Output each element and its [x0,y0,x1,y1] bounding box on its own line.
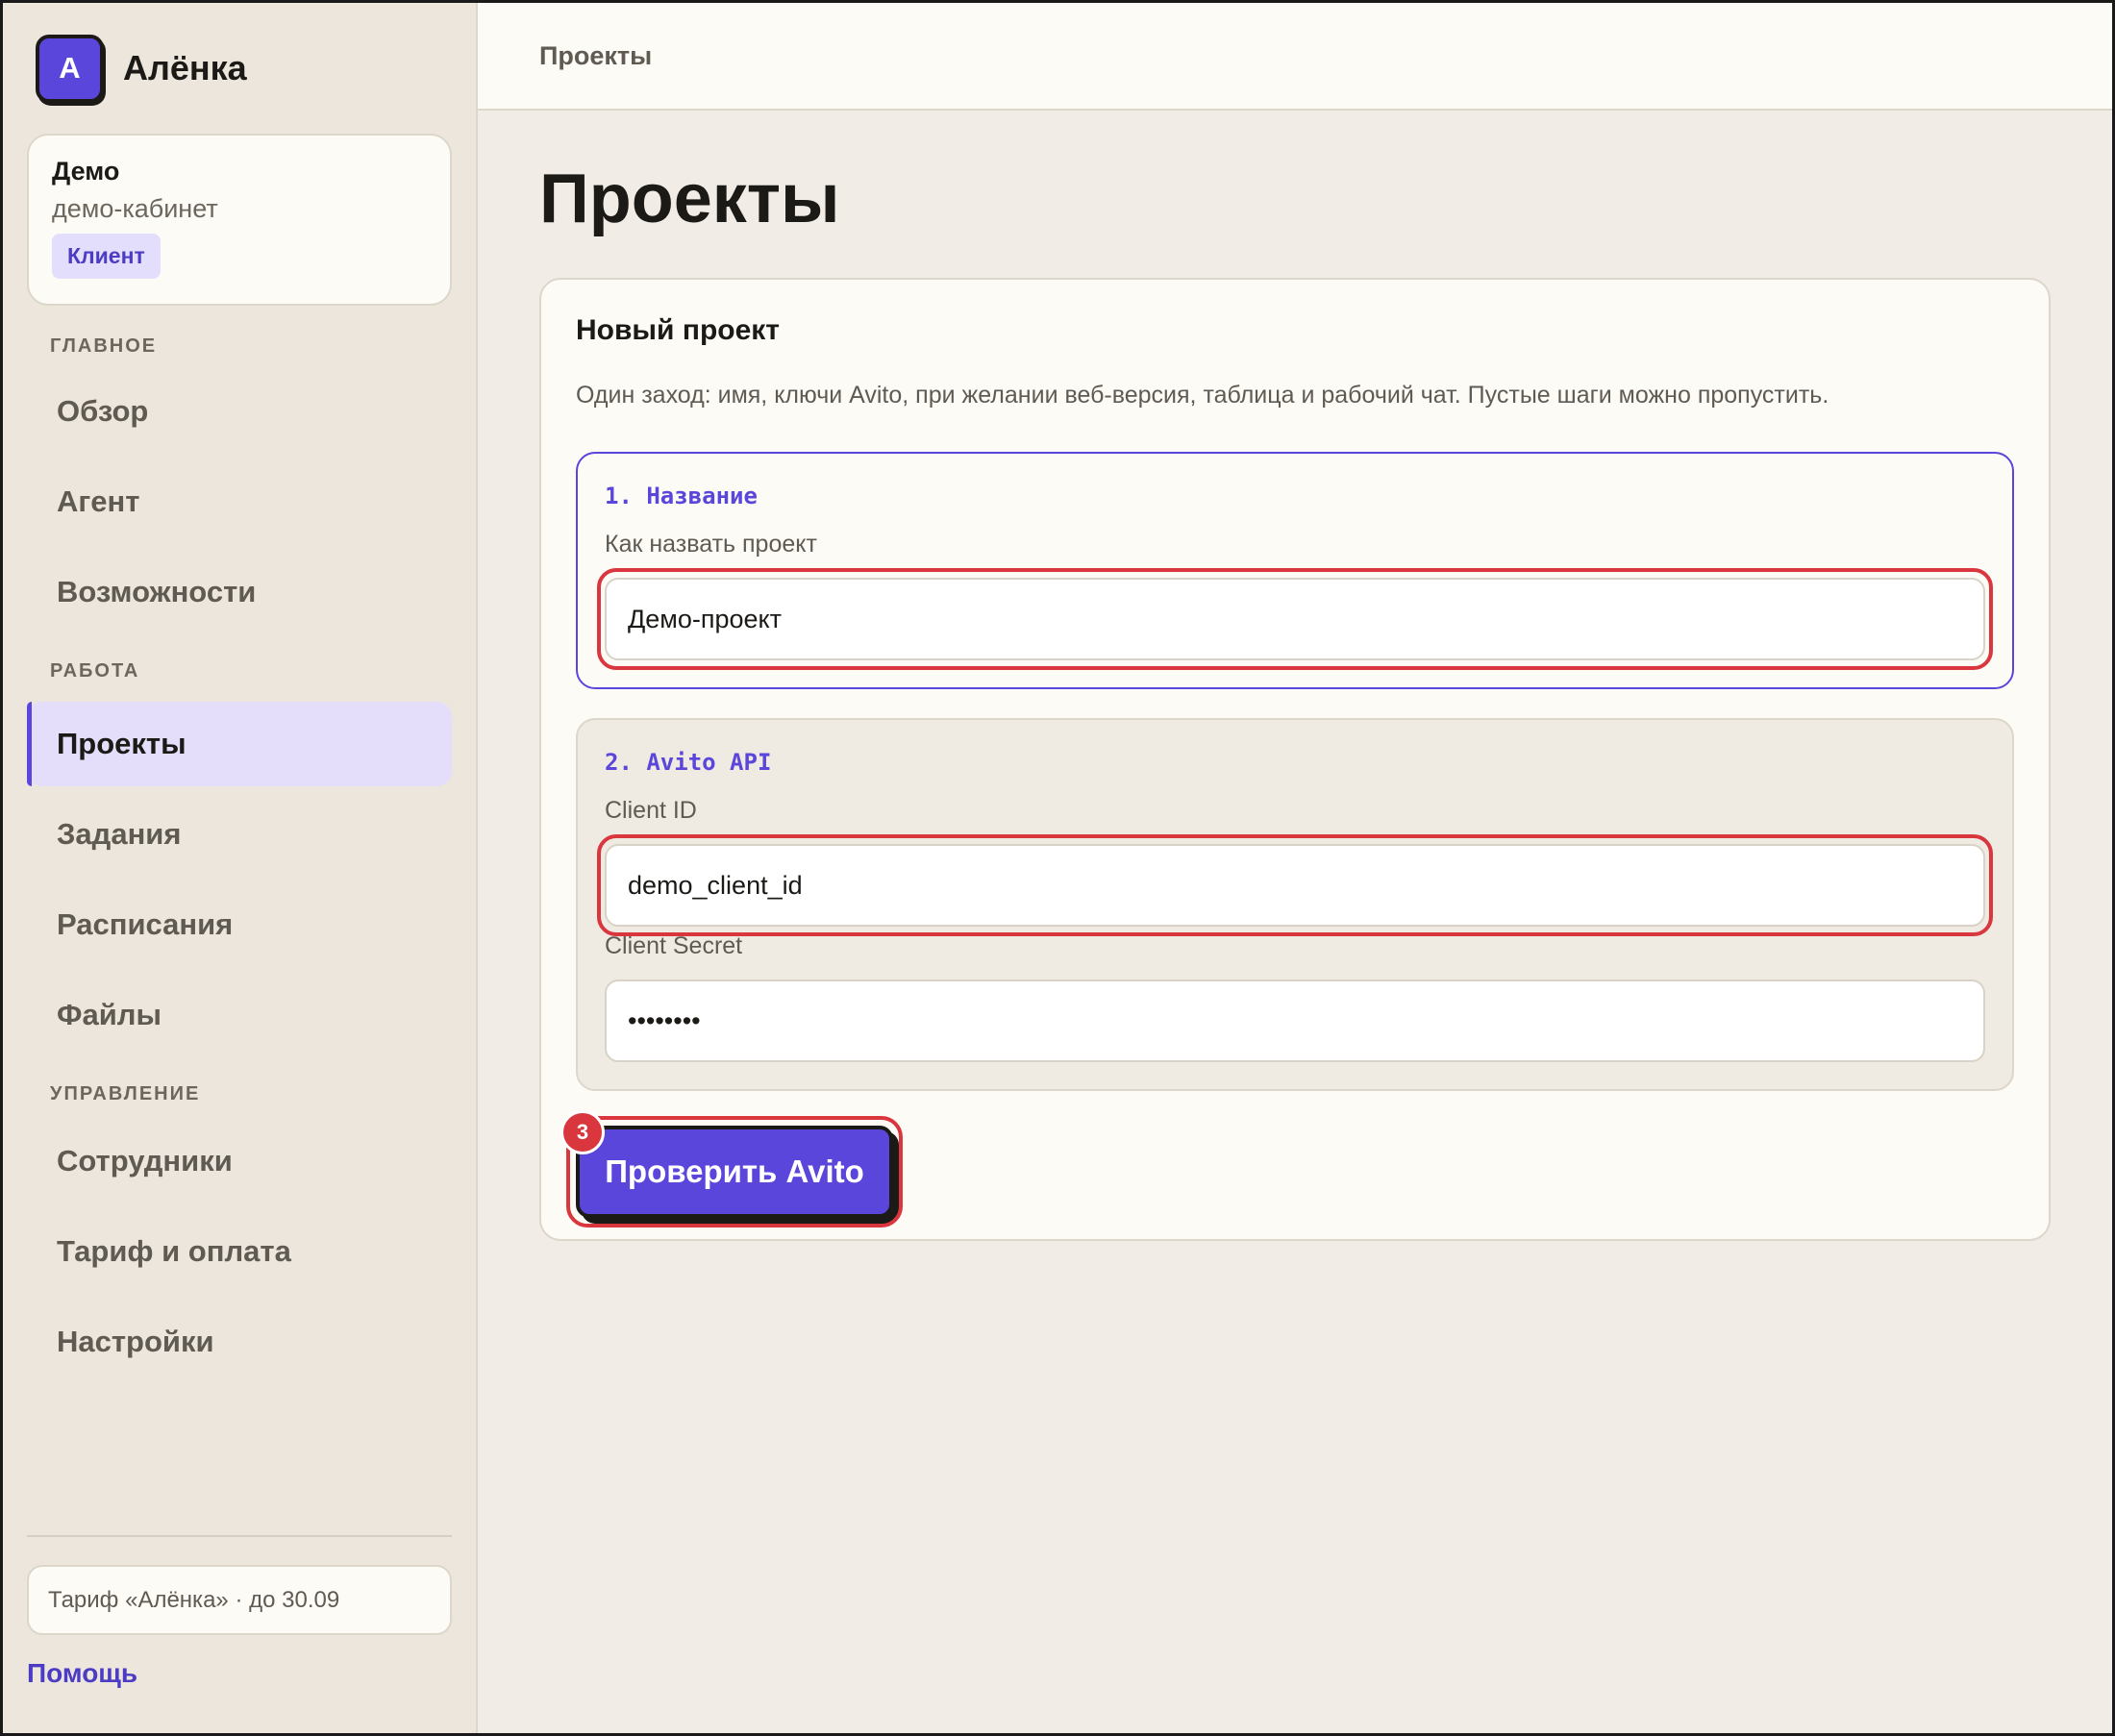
help-link[interactable]: Помощь [27,1658,452,1689]
nav-item-overview[interactable]: Обзор [27,369,452,454]
plan-info[interactable]: Тариф «Алёнка» · до 30.09 [27,1565,452,1635]
nav-item-projects[interactable]: Проекты [27,702,452,786]
nav-item-billing[interactable]: Тариф и оплата [27,1209,452,1294]
nav-section-main: ГЛАВНОЕ [50,335,158,357]
brand-name: Алёнка [123,48,247,87]
nav-item-staff[interactable]: Сотрудники [27,1119,452,1203]
step-number-badge: 3 [560,1110,605,1154]
client-secret-input[interactable] [605,980,1985,1062]
nav-section-management: УПРАВЛЕНИЕ [50,1083,201,1104]
nav-item-agent[interactable]: Агент [27,459,452,544]
page-title: Проекты [539,161,840,237]
sidebar: А Алёнка Демо демо-кабинет Клиент ГЛАВНО… [3,3,478,1733]
card-title: Новый проект [576,314,780,346]
topbar: Проекты [478,3,2112,111]
step-name: 1. Название Как назвать проект [576,452,2014,689]
step-avito-title: 2. Avito API [605,749,772,776]
project-name-highlight [597,568,1993,670]
card-description: Один заход: имя, ключи Avito, при желани… [576,382,1829,409]
client-id-input[interactable] [605,844,1985,927]
project-name-label: Как назвать проект [605,531,817,558]
project-name-input[interactable] [605,578,1985,660]
main-area: Проекты Проекты Новый проект Один заход:… [478,3,2112,1733]
sidebar-divider [27,1535,452,1537]
nav-section-work: РАБОТА [50,660,140,682]
brand: А Алёнка [27,3,452,134]
content: Проекты Новый проект Один заход: имя, кл… [478,161,2112,1241]
account-name: Демо [52,157,120,186]
role-badge: Клиент [52,234,161,279]
check-avito-button[interactable]: Проверить Avito [576,1126,893,1218]
breadcrumb: Проекты [539,40,653,70]
account-subtitle: демо-кабинет [52,194,218,223]
app-window: А Алёнка Демо демо-кабинет Клиент ГЛАВНО… [3,3,2112,1733]
sidebar-footer: Тариф «Алёнка» · до 30.09 Помощь [27,1535,452,1733]
check-avito-highlight: 3 Проверить Avito [560,1110,903,1228]
step-avito-api: 2. Avito API Client ID Client Secret [576,718,2014,1091]
client-id-label: Client ID [605,797,697,824]
nav-item-schedules[interactable]: Расписания [27,882,452,967]
nav-item-files[interactable]: Файлы [27,973,452,1057]
brand-logo[interactable]: А [36,34,104,103]
nav-item-features[interactable]: Возможности [27,550,452,634]
new-project-card: Новый проект Один заход: имя, ключи Avit… [539,278,2051,1241]
nav-item-settings[interactable]: Настройки [27,1300,452,1384]
account-card[interactable]: Демо демо-кабинет Клиент [27,134,452,306]
client-id-highlight [597,834,1993,936]
client-secret-label: Client Secret [605,932,743,959]
step-name-title: 1. Название [605,483,758,509]
nav-item-tasks[interactable]: Задания [27,792,452,877]
